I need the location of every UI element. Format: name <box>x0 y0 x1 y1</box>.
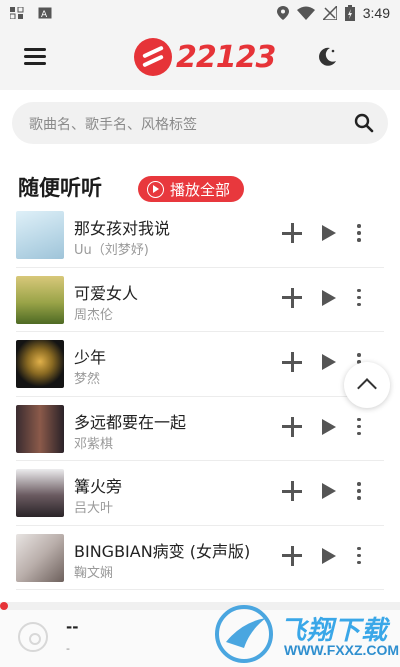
play-icon[interactable] <box>322 483 336 499</box>
search-input[interactable]: 歌曲名、歌手名、风格标签 <box>29 114 197 134</box>
add-icon[interactable] <box>282 545 302 566</box>
play-all-button[interactable]: 播放全部 <box>138 176 244 202</box>
moon-icon[interactable] <box>316 46 338 68</box>
song-title: 那女孩对我说 <box>74 219 171 238</box>
song-title: 多远都要在一起 <box>74 412 187 432</box>
no-signal-icon <box>322 6 337 20</box>
song-artist: Uu（刘梦妤) <box>74 243 149 258</box>
keyboard-icon: A <box>38 7 52 19</box>
song-row[interactable]: BINGBIAN病变 (女声版) 鞠文娴 <box>16 526 384 590</box>
song-artist: 周杰伦 <box>74 307 114 323</box>
wifi-icon <box>296 6 315 20</box>
song-title: BINGBIAN病变 (女声版) <box>74 541 251 561</box>
song-list: 那女孩对我说 Uu（刘梦妤) 可爱女人 周杰伦 少年 梦然 多远都要在一起 邓紫… <box>0 203 400 590</box>
song-row[interactable]: 多远都要在一起 邓紫棋 <box>16 397 384 461</box>
progress-handle[interactable] <box>0 602 8 610</box>
add-icon[interactable] <box>282 287 302 308</box>
album-cover <box>16 211 64 259</box>
menu-icon[interactable] <box>24 48 46 66</box>
watermark: 飞翔下载 WWW.FXXZ.COM <box>210 600 400 667</box>
clock: 3:49 <box>362 5 390 21</box>
song-row[interactable]: 篝火旁 吕大叶 <box>16 461 384 526</box>
song-title: 篝火旁 <box>74 477 123 496</box>
more-icon[interactable] <box>356 546 362 567</box>
logo-text: 22123 <box>176 39 276 75</box>
song-artist: 吕大叶 <box>74 501 114 516</box>
song-artist: 梦然 <box>74 372 101 387</box>
logo-mark <box>134 38 172 76</box>
album-cover <box>16 404 64 453</box>
now-playing-artist: - <box>66 642 70 655</box>
add-icon[interactable] <box>282 223 302 243</box>
status-bar: A 3:49 <box>0 0 400 26</box>
play-circle-icon <box>147 180 164 198</box>
svg-text:A: A <box>41 10 48 19</box>
search-icon[interactable] <box>354 113 374 133</box>
search-bar[interactable]: 歌曲名、歌手名、风格标签 <box>12 102 388 144</box>
song-title: 可爱女人 <box>74 283 139 303</box>
section-title: 随便听听 <box>18 176 102 200</box>
album-cover <box>16 533 64 582</box>
song-row[interactable]: 可爱女人 周杰伦 <box>16 268 384 332</box>
song-artist: 鞠文娴 <box>74 565 114 581</box>
play-icon[interactable] <box>322 354 336 370</box>
play-all-label: 播放全部 <box>170 180 231 199</box>
now-playing-title: -- <box>66 618 79 636</box>
watermark-logo-icon <box>215 605 273 663</box>
more-icon[interactable] <box>356 224 362 244</box>
more-icon[interactable] <box>356 288 362 309</box>
watermark-url: WWW.FXXZ.COM <box>284 642 400 658</box>
battery-icon <box>344 5 355 21</box>
song-title: 少年 <box>74 348 107 367</box>
disc-icon <box>18 622 48 652</box>
play-icon[interactable] <box>322 225 336 241</box>
album-cover <box>16 469 64 517</box>
add-icon[interactable] <box>282 352 302 372</box>
play-icon[interactable] <box>322 418 336 435</box>
album-cover <box>16 275 64 324</box>
play-icon[interactable] <box>322 289 336 306</box>
app-header: 22123 <box>0 26 400 90</box>
song-row[interactable]: 少年 梦然 <box>16 332 384 397</box>
notification-icon <box>10 7 24 19</box>
more-icon[interactable] <box>356 417 362 438</box>
add-icon[interactable] <box>282 416 302 437</box>
add-icon[interactable] <box>282 481 302 501</box>
song-row[interactable]: 那女孩对我说 Uu（刘梦妤) <box>16 203 384 268</box>
location-icon <box>276 6 289 20</box>
app-logo: 22123 <box>134 38 276 76</box>
scroll-to-top-button[interactable] <box>344 362 390 408</box>
album-cover <box>16 340 64 388</box>
play-icon[interactable] <box>322 547 336 564</box>
song-artist: 邓紫棋 <box>74 436 114 452</box>
more-icon[interactable] <box>356 482 362 502</box>
